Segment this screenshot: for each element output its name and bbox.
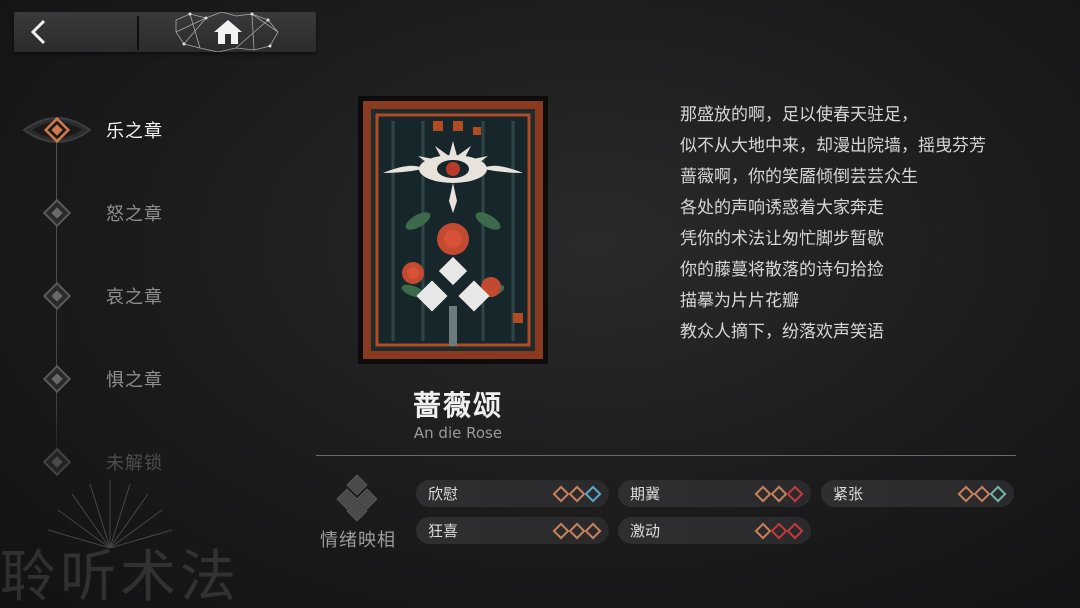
poem-line: 凭你的术法让匆忙脚步暂歇 (680, 229, 884, 249)
chapter-label: 乐之章 (106, 121, 163, 142)
diamond-node-icon (20, 276, 94, 316)
chapter-label: 哀之章 (106, 287, 163, 308)
emotion-diamond-icon (336, 474, 378, 522)
emotion-tag: 期冀 (618, 480, 811, 507)
top-nav-bar (14, 12, 316, 52)
watermark-text: 聆听术法 (0, 545, 240, 608)
gem-indicator (754, 485, 804, 502)
poem-line: 蔷薇啊，你的笑靥倾倒芸芸众生 (680, 167, 918, 187)
poem-line: 似不从大地中来，却漫出院墙，摇曳芬芳 (680, 136, 986, 156)
poem-line: 你的藤蔓将散落的诗句拾捡 (680, 260, 884, 280)
card-title: 蔷薇颂 (412, 389, 503, 422)
emotion-tag: 欣慰 (416, 480, 609, 507)
home-button[interactable] (140, 12, 316, 52)
poem-line: 那盛放的啊，足以使春天驻足， (680, 105, 918, 125)
poem-line: 各处的声响诱惑着大家奔走 (680, 198, 884, 218)
chevron-left-icon (30, 19, 46, 45)
card-subtitle: An die Rose (413, 424, 503, 442)
diamond-node-icon (20, 359, 94, 399)
emotion-section-title: 情绪映相 (320, 530, 396, 551)
home-icon (214, 20, 242, 44)
poem-text: 那盛放的啊，足以使春天驻足， 似不从大地中来，却漫出院墙，摇曳芬芳 蔷薇啊，你的… (680, 100, 1060, 348)
section-divider (316, 455, 1016, 456)
poem-line: 教众人摘下，纷落欢声笑语 (680, 322, 884, 342)
emotion-tag: 激动 (618, 517, 811, 544)
gem-indicator (552, 485, 602, 502)
chapter-label: 惧之章 (106, 370, 163, 391)
gem-indicator (957, 485, 1007, 502)
chapter-fear[interactable]: 惧之章 (20, 359, 163, 399)
back-button[interactable] (14, 12, 138, 52)
nav-divider (137, 16, 139, 50)
chapter-sorrow[interactable]: 哀之章 (20, 276, 163, 316)
poem-line: 描摹为片片花瓣 (680, 291, 799, 311)
emotion-tag-label: 狂喜 (428, 522, 459, 540)
emotion-tag-label: 期冀 (630, 485, 661, 503)
emotion-tag-label: 紧张 (833, 485, 864, 503)
eye-icon (20, 110, 94, 150)
card-artwork (358, 96, 548, 364)
diamond-node-icon (20, 193, 94, 233)
gem-indicator (552, 522, 602, 539)
emotion-tag-label: 激动 (630, 522, 661, 540)
chapter-label: 怒之章 (106, 204, 163, 225)
chapter-anger[interactable]: 怒之章 (20, 193, 163, 233)
gem-indicator (754, 522, 804, 539)
emotion-tag: 狂喜 (416, 517, 609, 544)
emotion-tag: 紧张 (821, 480, 1014, 507)
emotion-tag-label: 欣慰 (428, 485, 459, 503)
chapter-joy[interactable]: 乐之章 (20, 110, 163, 150)
